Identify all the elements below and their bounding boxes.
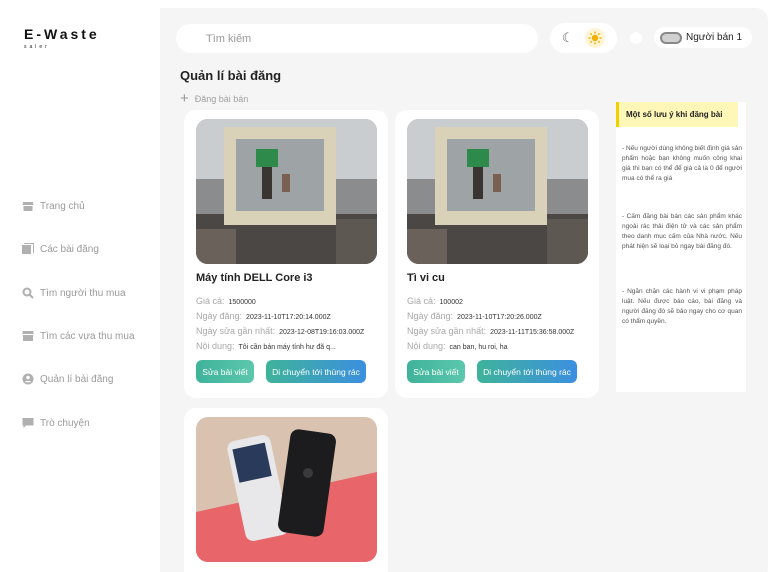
page-title: Quản lí bài đăng bbox=[180, 68, 282, 83]
posts-icon bbox=[22, 243, 34, 254]
user-menu[interactable]: Người bán 1 bbox=[654, 27, 752, 48]
sidebar-item-label: Các bài đăng bbox=[40, 243, 99, 255]
warehouse-icon bbox=[22, 331, 34, 341]
post-updated: Ngày sửa gần nhất: 2023-11-11T15:36:58.00… bbox=[407, 326, 575, 336]
post-title: Máy tính DELL Core i3 bbox=[196, 272, 313, 284]
edit-post-button[interactable]: Sửa bài viết bbox=[196, 360, 254, 383]
moon-icon[interactable]: ☾ bbox=[562, 30, 574, 46]
sun-icon[interactable] bbox=[585, 28, 606, 48]
store-icon bbox=[22, 202, 34, 211]
search-bar bbox=[176, 24, 538, 53]
move-to-trash-button[interactable]: Di chuyển tới thùng rác bbox=[477, 360, 577, 383]
move-to-trash-button[interactable]: Di chuyển tới thùng rác bbox=[266, 360, 366, 383]
sidebar-item-find-buyers[interactable]: Tìm người thu mua bbox=[22, 287, 126, 299]
brand-title: E-Waste bbox=[24, 26, 100, 42]
user-circle-icon bbox=[22, 373, 34, 385]
sidebar-item-label: Tìm người thu mua bbox=[40, 287, 126, 299]
sidebar-item-posts[interactable]: Các bài đăng bbox=[22, 243, 99, 255]
add-post-button[interactable]: + Đăng bài bán bbox=[180, 90, 248, 107]
post-date: Ngày đăng: 2023-11-10T17:20:26.000Z bbox=[407, 311, 542, 321]
chat-icon bbox=[22, 418, 34, 428]
sidebar-item-label: Trang chủ bbox=[40, 200, 85, 212]
post-title: Tì vi cu bbox=[407, 272, 445, 284]
add-post-label: Đăng bài bán bbox=[194, 93, 249, 104]
sidebar-item-home[interactable]: Trang chủ bbox=[22, 200, 85, 212]
post-price: Giá cả: 100002 bbox=[407, 296, 463, 306]
note-item: - Nếu người dùng không biết định giá sản… bbox=[622, 145, 742, 182]
brand-subtitle: saler bbox=[24, 44, 50, 50]
sidebar-item-label: Quản lí bài đăng bbox=[40, 373, 114, 385]
user-name: Người bán 1 bbox=[686, 32, 743, 43]
edit-post-button[interactable]: Sửa bài viết bbox=[407, 360, 465, 383]
sidebar: E-Waste saler Trang chủ Các bài đăng Tìm… bbox=[8, 8, 160, 572]
post-content: Nội dung: Tôi cần bán máy tính hư đã q... bbox=[196, 341, 336, 351]
theme-toggle[interactable]: ☾ bbox=[550, 23, 617, 53]
post-image[interactable] bbox=[407, 119, 588, 264]
avatar bbox=[660, 31, 682, 44]
post-card: Máy tính DELL Core i3 Giá cả: 1500000 Ngà… bbox=[184, 110, 388, 398]
sidebar-item-find-warehouses[interactable]: Tìm các vựa thu mua bbox=[22, 330, 135, 342]
sidebar-item-label: Tìm các vựa thu mua bbox=[40, 330, 135, 342]
post-content: Nội dung: can ban, hu roi, ha bbox=[407, 341, 508, 351]
app-frame: E-Waste saler Trang chủ Các bài đăng Tìm… bbox=[8, 8, 768, 572]
sidebar-item-chat[interactable]: Trò chuyện bbox=[22, 417, 90, 429]
posting-notes-panel: Một số lưu ý khi đăng bài - Nếu người dù… bbox=[616, 102, 746, 392]
post-image[interactable] bbox=[196, 119, 377, 264]
note-item: - Cấm đăng bài bán các sản phẩm khác ngo… bbox=[622, 213, 742, 250]
search-icon bbox=[22, 287, 34, 299]
note-item: - Ngăn chặn các hành vi vi phạm pháp luậ… bbox=[622, 288, 742, 325]
post-date: Ngày đăng: 2023-11-10T17:20:14.000Z bbox=[196, 311, 331, 321]
post-price: Giá cả: 1500000 bbox=[196, 296, 256, 306]
post-image[interactable] bbox=[196, 417, 377, 562]
sidebar-item-label: Trò chuyện bbox=[40, 417, 90, 429]
post-card: Tì vi cu Giá cả: 100002 Ngày đăng: 2023-11… bbox=[395, 110, 599, 398]
plus-icon: + bbox=[180, 90, 189, 107]
post-card bbox=[184, 408, 388, 572]
post-updated: Ngày sửa gần nhất: 2023-12-08T19:16:03.00… bbox=[196, 326, 365, 336]
brand-logo[interactable]: E-Waste saler bbox=[24, 26, 100, 50]
sidebar-item-manage-posts[interactable]: Quản lí bài đăng bbox=[22, 373, 113, 385]
notes-title: Một số lưu ý khi đăng bài bbox=[616, 102, 738, 127]
search-input[interactable] bbox=[206, 32, 506, 45]
notification-dot[interactable] bbox=[630, 32, 642, 44]
